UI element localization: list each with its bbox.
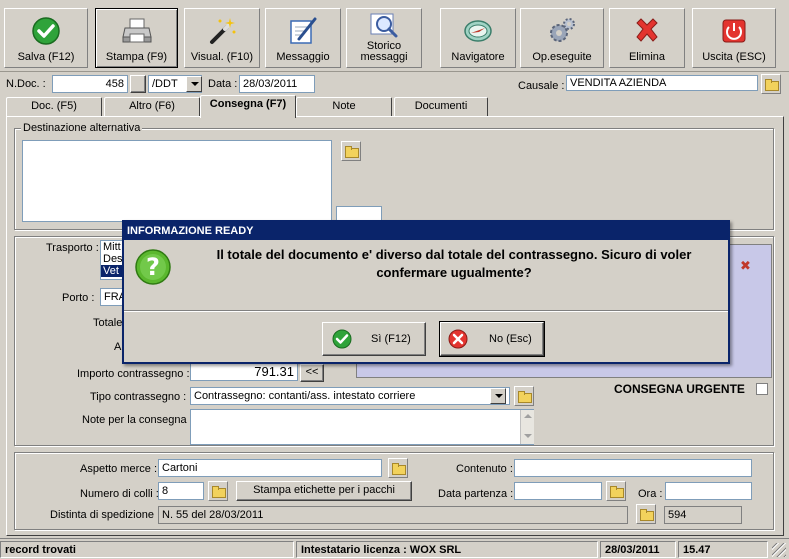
yes-button[interactable]: Sì (F12)	[322, 322, 426, 356]
distinta-label: Distinta di spedizione :	[50, 509, 161, 521]
aspetto-folder-icon[interactable]	[388, 458, 408, 478]
urgente-checkbox[interactable]	[756, 383, 768, 395]
note-scrollbar[interactable]	[520, 410, 534, 444]
aspetto-input[interactable]: Cartoni	[158, 459, 382, 477]
tipo-select[interactable]: Contrassegno: contanti/ass. intestato co…	[190, 387, 510, 405]
dialog-separator	[124, 310, 728, 312]
carrier-remove-icon[interactable]: ✖	[740, 258, 751, 274]
view-button[interactable]: Visual. (F10)	[184, 8, 260, 68]
magic-wand-icon	[210, 18, 236, 44]
svg-text:?: ?	[146, 253, 160, 281]
date-input[interactable]: 28/03/2011	[239, 75, 315, 93]
partenza-folder-icon[interactable]	[606, 481, 626, 501]
tab-documenti[interactable]: Documenti	[394, 97, 488, 116]
aspetto-label: Aspetto merce :	[80, 463, 158, 475]
colli-folder-icon[interactable]	[208, 481, 228, 501]
contenuto-input[interactable]	[514, 459, 752, 477]
message-button[interactable]: Messaggio	[265, 8, 341, 68]
tab-altro[interactable]: Altro (F6)	[104, 97, 200, 116]
tipo-dropdown-arrow[interactable]	[490, 388, 506, 404]
gears-icon	[550, 18, 575, 42]
no-x-icon	[448, 329, 468, 349]
navigator-button[interactable]: Navigatore	[440, 8, 516, 68]
tipo-label: Tipo contrassegno :	[90, 391, 187, 403]
dialog-title: INFORMAZIONE READY	[124, 222, 728, 240]
series-dropdown-arrow[interactable]	[186, 76, 202, 92]
resize-grip-icon[interactable]	[772, 543, 786, 557]
distinta-number: 594	[664, 506, 742, 524]
search-message-icon	[370, 13, 398, 38]
delete-button[interactable]: Elimina	[609, 8, 685, 68]
tipo-folder-icon[interactable]	[514, 386, 534, 406]
status-date: 28/03/2011	[600, 541, 676, 558]
ndoc-input[interactable]: 458	[52, 75, 128, 93]
tab-doc[interactable]: Doc. (F5)	[6, 97, 102, 116]
importo-back-button[interactable]: <<	[300, 364, 324, 382]
importo-label: Importo contrassegno :	[77, 368, 190, 380]
urgente-label: CONSEGNA URGENTE	[614, 382, 745, 396]
dest-alt-folder-icon[interactable]	[341, 141, 361, 161]
compass-icon	[464, 20, 492, 42]
colli-input[interactable]: 8	[158, 482, 204, 500]
date-label: Data :	[208, 78, 238, 90]
partenza-label: Data partenza :	[438, 488, 514, 500]
confirm-dialog: INFORMAZIONE READY ? Il totale del docum…	[122, 220, 730, 364]
importo-input[interactable]: 791.31	[190, 363, 298, 381]
note-label: Note per la consegna	[82, 414, 187, 426]
operations-button[interactable]: Op.eseguite	[520, 8, 604, 68]
delete-x-icon	[636, 18, 658, 42]
porto-label: Porto :	[62, 292, 95, 304]
distinta-folder-icon[interactable]	[636, 504, 656, 524]
dest-alt-textarea[interactable]	[22, 140, 332, 222]
trasporto-label: Trasporto :	[46, 242, 99, 254]
no-button[interactable]: No (Esc)	[439, 321, 545, 357]
ora-label: Ora :	[638, 488, 663, 500]
causale-input[interactable]: VENDITA AZIENDA	[566, 75, 758, 91]
scroll-down-icon[interactable]	[524, 434, 532, 438]
causale-label: Causale :	[518, 80, 565, 92]
status-records: record trovati	[0, 541, 294, 558]
ora-input[interactable]	[665, 482, 752, 500]
yes-check-icon	[332, 329, 352, 349]
print-button[interactable]: Stampa (F9)	[95, 8, 178, 68]
status-bar: record trovati Intestatario licenza : WO…	[0, 538, 789, 559]
distinta-field: N. 55 del 28/03/2011	[158, 506, 628, 524]
causale-folder-icon[interactable]	[761, 74, 781, 94]
check-icon	[32, 17, 60, 45]
toolbar: Salva (F12) Stampa (F9) Visual. (F10) Me…	[0, 0, 789, 72]
a-label: A	[114, 341, 122, 353]
note-textarea[interactable]	[190, 409, 534, 445]
ndoc-label: N.Doc. :	[6, 78, 46, 90]
status-license: Intestatario licenza : WOX SRL	[296, 541, 598, 558]
colli-label: Numero di colli :	[80, 488, 159, 500]
save-button[interactable]: Salva (F12)	[4, 8, 88, 68]
exit-button[interactable]: Uscita (ESC)	[692, 8, 776, 68]
power-icon	[722, 19, 746, 43]
scroll-up-icon[interactable]	[524, 414, 532, 418]
tab-note[interactable]: Note	[296, 97, 392, 116]
dialog-message: Il totale del documento e' diverso dal t…	[216, 247, 692, 280]
partenza-input[interactable]	[514, 482, 602, 500]
question-icon: ?	[135, 249, 171, 285]
compose-message-icon	[290, 17, 317, 44]
totale-label: Totale	[93, 317, 123, 329]
ndoc-lookup-button[interactable]	[130, 75, 146, 93]
message-history-button[interactable]: Storico messaggi	[346, 8, 422, 68]
print-labels-button[interactable]: Stampa etichette per i pacchi	[236, 481, 412, 501]
tab-consegna[interactable]: Consegna (F7)	[200, 95, 296, 118]
contenuto-label: Contenuto :	[456, 463, 513, 475]
status-time: 15.47	[678, 541, 768, 558]
printer-icon	[121, 18, 152, 43]
